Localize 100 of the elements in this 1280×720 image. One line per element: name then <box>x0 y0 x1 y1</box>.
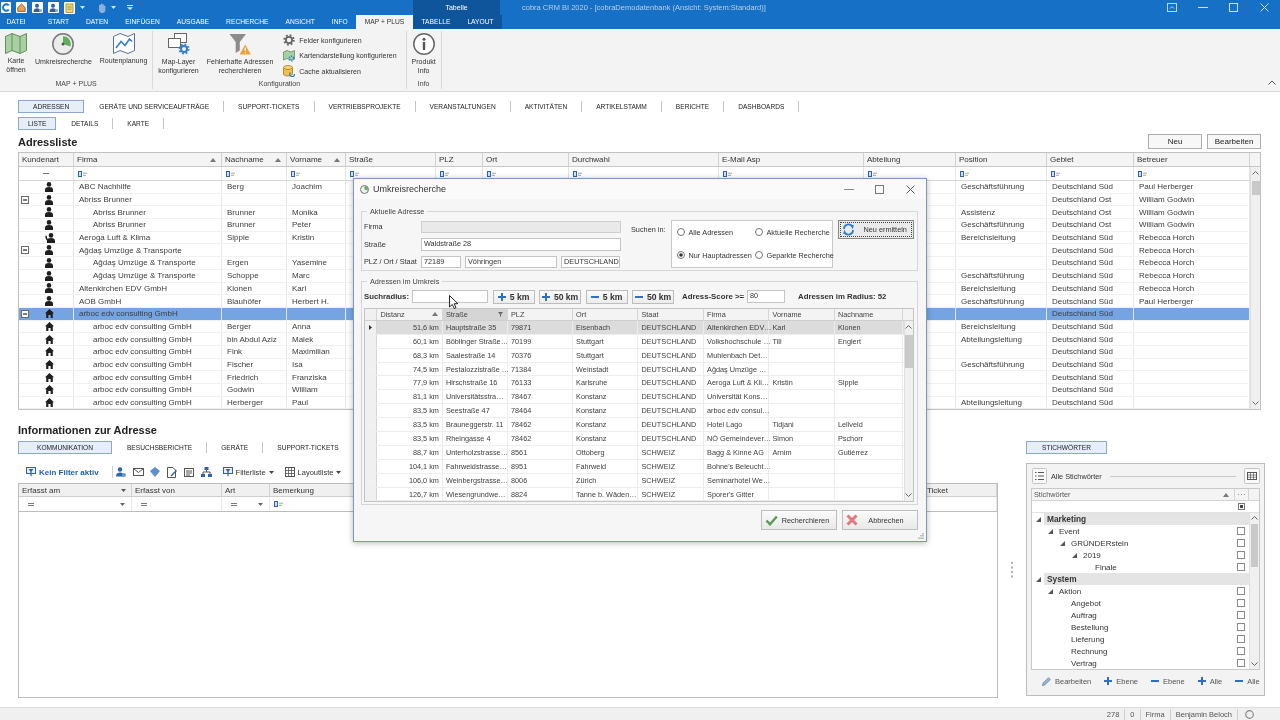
sort-ascending-icon[interactable] <box>275 157 281 162</box>
checkbox[interactable] <box>1236 659 1245 668</box>
checkbox[interactable] <box>1236 647 1245 656</box>
diamond-icon[interactable] <box>150 467 161 478</box>
filter-status-button[interactable]: Kein Filter aktiv <box>26 467 99 478</box>
hierarchy-icon[interactable] <box>200 467 212 478</box>
minimize-icon[interactable] <box>1197 7 1208 8</box>
customize-icon[interactable] <box>127 5 133 10</box>
input-field[interactable] <box>412 290 489 303</box>
collapse-toggle-icon[interactable] <box>21 309 29 318</box>
column-header[interactable]: Nachname <box>222 153 287 166</box>
column-header[interactable]: Vorname <box>287 153 346 166</box>
filter-list-icon[interactable] <box>222 467 233 478</box>
sort-ascending-icon[interactable] <box>1222 492 1229 497</box>
expand-arrow-icon[interactable] <box>1072 552 1077 558</box>
scrollbar[interactable] <box>903 320 913 502</box>
column-header[interactable]: Gebiet <box>1047 153 1134 166</box>
dropdown-caret-icon[interactable] <box>121 488 126 492</box>
caret-icon[interactable] <box>111 6 116 9</box>
dropdown-caret-icon[interactable] <box>120 502 125 506</box>
tree-label[interactable]: System <box>1044 573 1249 586</box>
step-button[interactable]: 50 km <box>539 289 582 304</box>
scroll-down-icon[interactable] <box>905 492 913 497</box>
filter-icon[interactable] <box>26 467 36 478</box>
filter-icon[interactable] <box>498 311 503 317</box>
maximize-icon[interactable] <box>875 184 884 194</box>
filter-toggle-icon[interactable] <box>1237 503 1245 511</box>
checkbox[interactable] <box>1236 623 1245 632</box>
action-button[interactable]: Bearbeiten <box>1207 134 1261 149</box>
tree-label[interactable]: Angebot <box>1068 598 1101 608</box>
collapse-ribbon-icon[interactable] <box>1268 80 1276 85</box>
minimize-icon[interactable] <box>843 188 854 190</box>
user-icon[interactable] <box>32 2 43 13</box>
tree-label[interactable]: Event <box>1056 526 1080 536</box>
checkbox[interactable] <box>1236 587 1245 596</box>
tree-label[interactable]: Finale <box>1092 562 1117 572</box>
radio-button[interactable] <box>755 251 764 259</box>
caret-icon[interactable] <box>80 6 85 9</box>
expand-arrow-icon[interactable] <box>1048 588 1053 594</box>
tree-label[interactable]: Marketing <box>1044 513 1249 526</box>
hand-icon[interactable] <box>98 2 106 13</box>
expand-arrow-icon[interactable] <box>1060 540 1065 546</box>
list-icon[interactable] <box>184 467 195 477</box>
checkbox[interactable] <box>1236 599 1245 608</box>
sort-ascending-icon[interactable] <box>431 312 438 317</box>
scroll-down-icon[interactable] <box>1252 401 1259 406</box>
tree-label[interactable]: Rechnung <box>1068 646 1108 656</box>
checkbox[interactable] <box>1236 635 1245 644</box>
checkbox[interactable] <box>1236 527 1245 536</box>
scrollbar-thumb[interactable] <box>904 334 913 368</box>
radio-button[interactable] <box>677 228 686 236</box>
scrollbar-thumb[interactable] <box>1250 524 1258 568</box>
expand-arrow-icon[interactable] <box>1036 516 1041 522</box>
checkbox[interactable] <box>1236 551 1245 560</box>
tree-label[interactable]: Lieferung <box>1068 634 1105 644</box>
grid-icon[interactable] <box>1243 468 1260 485</box>
dropdown-caret-icon[interactable] <box>336 470 342 474</box>
list-icon[interactable] <box>1032 468 1047 485</box>
scroll-up-icon[interactable] <box>1250 516 1258 521</box>
scroll-up-icon[interactable] <box>1252 171 1259 175</box>
sort-ascending-icon[interactable] <box>210 157 216 162</box>
checkbox[interactable] <box>1236 563 1245 572</box>
grid-icon[interactable] <box>284 467 295 478</box>
user-icon[interactable] <box>48 2 59 13</box>
column-header[interactable]: Ort <box>483 153 569 166</box>
column-header[interactable]: Betreuer <box>1134 153 1250 166</box>
step-button[interactable]: 5 km <box>585 289 628 304</box>
tree-label[interactable]: Vertrag <box>1068 658 1097 668</box>
tree-label[interactable]: GRÜNDERstein <box>1068 538 1129 548</box>
column-header[interactable]: PLZ <box>436 153 483 166</box>
scroll-up-icon[interactable] <box>905 325 913 330</box>
collapse-toggle-icon[interactable] <box>21 195 29 204</box>
notepad-icon[interactable] <box>64 1 75 14</box>
step-button[interactable]: 5 km <box>492 289 535 304</box>
checkbox[interactable] <box>1236 539 1245 548</box>
envelope-icon[interactable] <box>132 468 144 477</box>
radio-button[interactable] <box>755 228 764 236</box>
radio-button[interactable] <box>677 251 686 259</box>
column-header[interactable]: E-Mail Asp <box>719 153 864 166</box>
collapse-toggle-icon[interactable] <box>21 246 29 255</box>
scroll-down-icon[interactable] <box>1250 662 1258 667</box>
step-button[interactable]: 50 km <box>632 289 675 304</box>
tree-label[interactable]: Aktion <box>1056 586 1082 596</box>
tree-label[interactable]: Bestellung <box>1068 622 1109 632</box>
ring-icon[interactable] <box>1245 709 1254 719</box>
dropdown-caret-icon[interactable] <box>258 502 263 506</box>
tree-label[interactable]: 2019 <box>1080 550 1101 560</box>
scrollbar-thumb[interactable] <box>1251 181 1260 195</box>
sort-ascending-icon[interactable] <box>334 157 340 162</box>
close-icon[interactable] <box>906 184 915 194</box>
home-icon[interactable] <box>16 2 27 13</box>
column-header[interactable]: Straße <box>346 153 436 166</box>
expand-arrow-icon[interactable] <box>1048 528 1053 534</box>
column-header[interactable]: Erfasst am <box>19 484 132 497</box>
scrollbar[interactable] <box>1250 167 1260 410</box>
scrollbar[interactable] <box>1248 513 1259 670</box>
column-header[interactable]: Kundenart <box>19 153 74 166</box>
column-header[interactable]: Erfasst von <box>132 484 222 497</box>
column-header[interactable]: Position <box>956 153 1047 166</box>
column-header[interactable]: Firma <box>74 153 222 166</box>
